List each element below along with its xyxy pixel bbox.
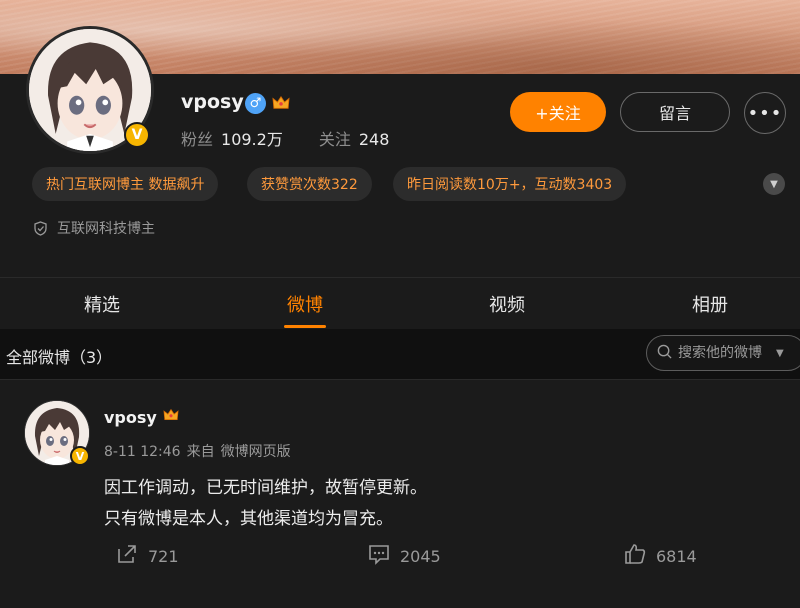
comment-icon	[368, 543, 390, 569]
tab-weibo[interactable]: 微博	[245, 278, 365, 330]
tag-hot-blogger[interactable]: 热门互联网博主 数据飙升	[32, 167, 219, 201]
all-posts-filter[interactable]: 全部微博（3）	[6, 344, 112, 368]
post-text-line: 因工作调动，已无时间维护，故暂停更新。	[104, 478, 427, 498]
post-time[interactable]: 8-11 12:46	[104, 444, 181, 460]
post-source: 微博网页版	[220, 444, 291, 460]
post-crown-icon	[163, 408, 179, 426]
follow-button[interactable]: +关注	[510, 92, 606, 132]
post-meta: 8-11 12:46 来自 微博网页版	[104, 441, 297, 461]
repost-count: 721	[148, 546, 179, 566]
tab-featured[interactable]: 精选	[42, 278, 162, 330]
tag-rewards[interactable]: 获赞赏次数322	[247, 167, 372, 201]
profile-header: V vposy ♂ 粉丝 109.2万 关注 248 +关注 留言 ••• 热门互联网…	[0, 26, 800, 277]
message-button[interactable]: 留言	[620, 92, 730, 132]
filter-row: 全部微博（3） ▼	[0, 335, 800, 373]
like-button[interactable]: 6814	[624, 543, 697, 569]
post-text: 因工作调动，已无时间维护，故暂停更新。 只有微博是本人，其他渠道均为冒充。	[104, 473, 427, 535]
verification-text: 互联网科技博主	[57, 221, 155, 237]
tab-video[interactable]: 视频	[447, 278, 567, 330]
repost-icon	[116, 543, 138, 569]
search-input[interactable]	[678, 345, 770, 361]
male-icon: ♂	[245, 93, 266, 114]
profile-stats: 粉丝 109.2万 关注 248	[181, 126, 397, 150]
shield-icon	[34, 220, 47, 236]
repost-button[interactable]: 721	[116, 543, 179, 569]
active-tab-indicator	[284, 325, 326, 328]
post-text-line: 只有微博是本人，其他渠道均为冒充。	[104, 509, 393, 529]
search-dropdown-icon[interactable]: ▼	[776, 348, 784, 359]
post-source-prefix: 来自	[186, 444, 215, 460]
fans-count[interactable]: 109.2万	[221, 130, 283, 149]
tag-reads[interactable]: 昨日阅读数10万+，互动数3403	[393, 167, 627, 201]
like-count: 6814	[656, 546, 697, 566]
chevron-down-icon[interactable]: ▼	[763, 173, 785, 195]
post-card: V vposy 8-11 12:46 来自 微博网页版 因工作调动，已无时间维护，故…	[0, 379, 800, 608]
more-icon[interactable]: •••	[744, 92, 786, 134]
following-label: 关注	[318, 130, 351, 149]
tab-album[interactable]: 相册	[650, 278, 770, 330]
comment-count: 2045	[400, 546, 441, 566]
crown-icon	[270, 93, 291, 113]
profile-name: vposy	[181, 91, 244, 113]
comment-button[interactable]: 2045	[368, 543, 441, 569]
verification-line: 互联网科技博主	[34, 218, 155, 238]
like-icon	[624, 543, 646, 569]
post-author[interactable]: vposy	[104, 408, 157, 427]
fans-label: 粉丝	[181, 130, 214, 149]
search-box[interactable]: ▼	[646, 335, 800, 371]
search-icon	[657, 344, 672, 363]
post-verified-icon: V	[70, 446, 90, 466]
verified-icon: V	[124, 122, 150, 148]
following-count[interactable]: 248	[359, 130, 390, 149]
profile-tabs: 精选 微博 视频 相册	[0, 277, 800, 329]
